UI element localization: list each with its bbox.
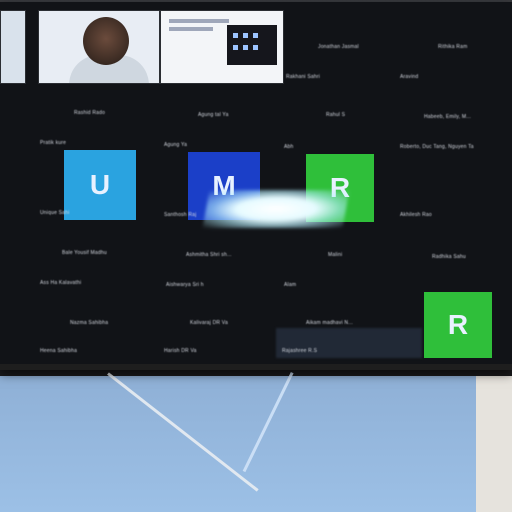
participant-name: Aikam madhavi N... xyxy=(306,320,353,326)
participant-name: Abh xyxy=(284,144,294,150)
participant-name: Roberto, Duc Tang, Nguyen Ta xyxy=(400,144,474,150)
video-tile-left[interactable] xyxy=(0,10,26,84)
slide-dot xyxy=(253,45,258,50)
participant-name: Kalivaraj DR Va xyxy=(190,320,228,326)
video-tile-shared-slide[interactable] xyxy=(160,10,284,84)
participant-name: Nazma Sahibha xyxy=(70,320,109,326)
slide-dot xyxy=(243,33,248,38)
participant-name: Alam xyxy=(284,282,297,288)
participant-name: Habeeb, Emily, M... xyxy=(424,114,472,120)
room-floor-area xyxy=(0,376,476,512)
slide-dot xyxy=(253,33,258,38)
participant-name: Agung tal Ya xyxy=(198,112,229,118)
slide-dot xyxy=(233,45,238,50)
participant-name: Akhilesh Rao xyxy=(400,212,432,218)
participant-name: Rajashree R.S xyxy=(282,348,318,354)
participant-name: Radhika Sahu xyxy=(432,254,466,260)
slide-image xyxy=(227,25,277,65)
avatar-r[interactable]: R xyxy=(424,292,492,358)
participant-name: Malini xyxy=(328,252,343,258)
slide-text-line xyxy=(169,19,229,23)
light-glare xyxy=(202,190,350,228)
participant-name: Aishwarya Sri h xyxy=(166,282,204,288)
participant-name: Unique Sahi xyxy=(40,210,70,216)
room-right-panel xyxy=(476,366,512,512)
avatar-u[interactable]: U xyxy=(64,150,136,220)
video-tile-person[interactable] xyxy=(38,10,160,84)
participant-name: Bale Yousif Madhu xyxy=(62,250,107,256)
participant-name: Rahul S xyxy=(326,112,346,118)
participant-name: Rakhani Sahri xyxy=(286,74,321,80)
participant-name: Rithika Ram xyxy=(438,44,468,50)
slide-dot xyxy=(233,33,238,38)
participant-name: Santhosh Raj xyxy=(164,212,197,218)
participant-name: Aravind xyxy=(400,74,419,80)
participant-name: Pratik kure xyxy=(40,140,67,146)
participant-name: Jonathan Jasmal xyxy=(318,44,359,50)
person-head xyxy=(83,17,129,65)
slide-dot xyxy=(243,45,248,50)
participant-name: Heena Sahibha xyxy=(40,348,78,354)
participant-name: Rashid Rado xyxy=(74,110,106,116)
participant-name: Harish DR Va xyxy=(164,348,197,354)
participant-name: Ass Ha Kalavathi xyxy=(40,280,82,286)
participant-name: Ashmitha Shri sh... xyxy=(186,252,232,258)
participant-name: Agung Ya xyxy=(164,142,188,148)
meeting-screen: Jonathan Jasmal Rithika Ram Rakhani Sahr… xyxy=(0,2,512,370)
slide-text-line xyxy=(169,27,213,31)
